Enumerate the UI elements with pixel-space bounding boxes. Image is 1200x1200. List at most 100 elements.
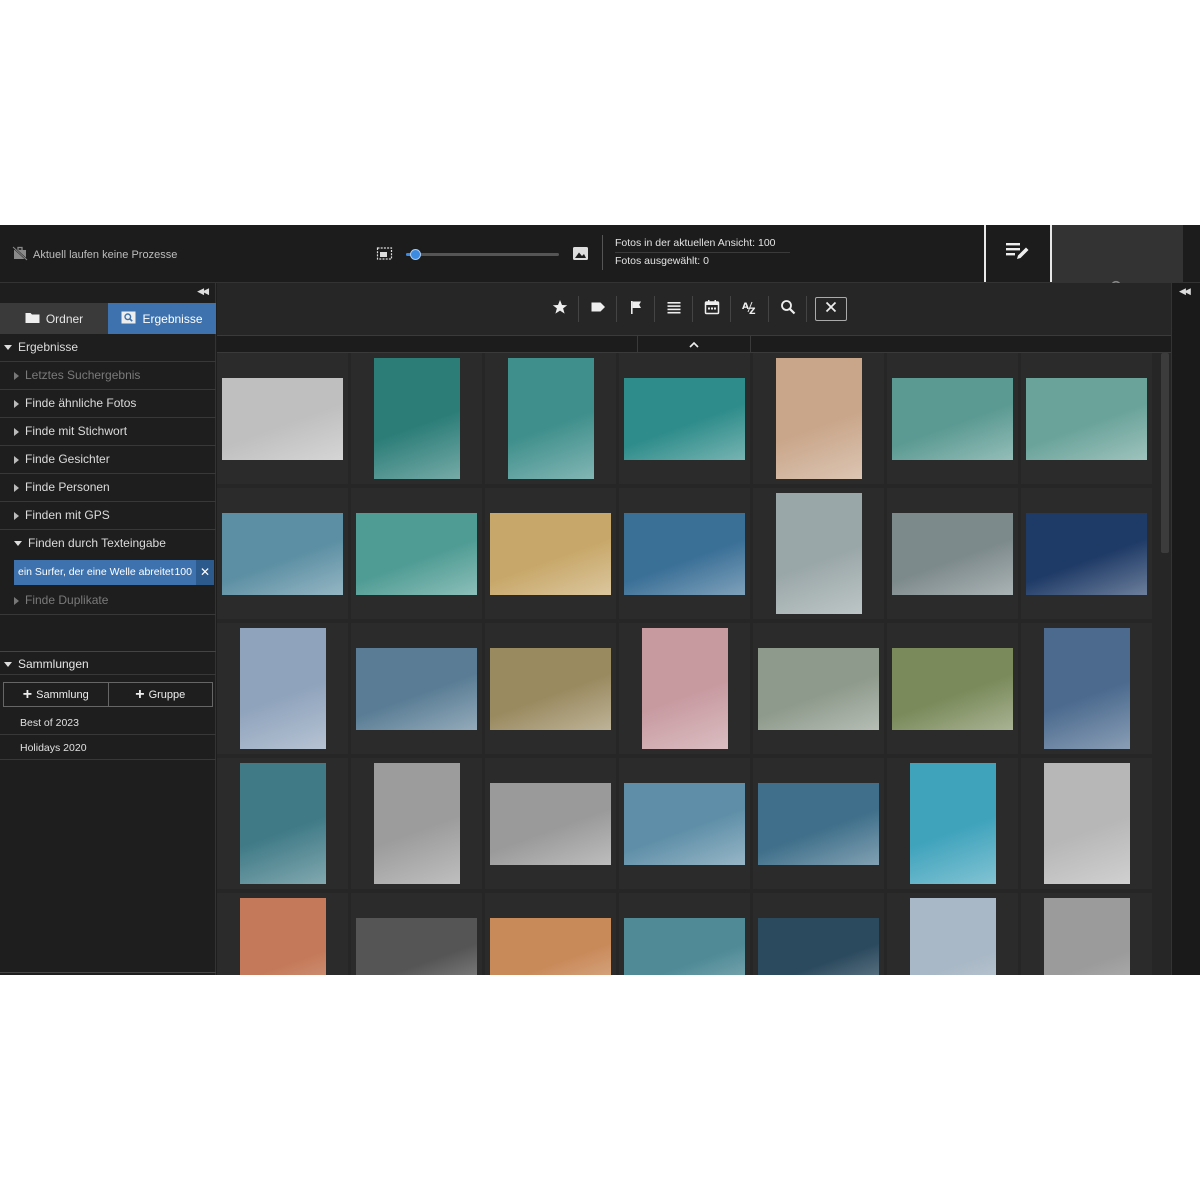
photo-thumbnail xyxy=(775,493,862,614)
large-image-icon[interactable] xyxy=(572,245,589,262)
right-tool-panel xyxy=(984,225,1200,356)
photo-thumbnail-cell[interactable] xyxy=(217,623,348,754)
sort-button[interactable]: AZ xyxy=(731,296,769,322)
process-status-text: Aktuell laufen keine Prozesse xyxy=(33,248,178,261)
thumbnail-size-control xyxy=(376,244,591,264)
thumbnail-size-slider[interactable] xyxy=(406,249,559,260)
photo-thumbnail-cell[interactable] xyxy=(753,623,884,754)
photo-thumbnail-cell[interactable] xyxy=(351,893,482,975)
photo-thumbnail-cell[interactable] xyxy=(753,893,884,975)
photo-thumbnail-cell[interactable] xyxy=(753,488,884,619)
sidebar-item-similar-photos[interactable]: Finde ähnliche Fotos xyxy=(0,390,216,418)
photo-thumbnail-cell[interactable] xyxy=(351,353,482,484)
slider-handle[interactable] xyxy=(410,249,422,260)
photo-thumbnail-cell[interactable] xyxy=(619,758,750,889)
filter-search-button[interactable] xyxy=(769,296,807,322)
sidebar-item-persons[interactable]: Finde Personen xyxy=(0,474,216,502)
photo-thumbnail-cell[interactable] xyxy=(887,488,1018,619)
tool-grid xyxy=(1052,225,1200,356)
sort-az-icon: AZ xyxy=(742,299,758,320)
photo-thumbnail-cell[interactable] xyxy=(619,893,750,975)
photo-thumbnail xyxy=(239,898,326,975)
photo-thumbnail-cell[interactable] xyxy=(217,758,348,889)
filter-date-button[interactable] xyxy=(693,296,731,322)
text-search-query[interactable]: ein Surfer, der eine Welle abreitet 100 … xyxy=(14,560,214,585)
vertical-scrollbar[interactable] xyxy=(1161,353,1169,553)
photo-thumbnail-cell[interactable] xyxy=(619,488,750,619)
photo-thumbnail-cell[interactable] xyxy=(619,353,750,484)
add-group-label: Gruppe xyxy=(148,688,186,701)
filter-flag-button[interactable] xyxy=(617,296,655,322)
tab-folders[interactable]: Ordner xyxy=(0,303,108,334)
expand-right-panel-icon[interactable]: ◀◀ xyxy=(1179,286,1191,297)
photo-thumbnail-cell[interactable] xyxy=(485,623,616,754)
add-collection-button[interactable]: + Sammlung xyxy=(4,683,108,706)
photo-thumbnail xyxy=(490,782,611,865)
photo-thumbnail-cell[interactable] xyxy=(1021,353,1152,484)
tab-results[interactable]: Ergebnisse xyxy=(108,303,216,334)
top-toolbar: Aktuell laufen keine Prozesse Fotos in d… xyxy=(0,225,1200,356)
photo-thumbnail-cell[interactable] xyxy=(887,623,1018,754)
photo-thumbnail xyxy=(758,647,879,730)
sidebar-item-keyword[interactable]: Finde mit Stichwort xyxy=(0,418,216,446)
photo-thumbnail-cell[interactable] xyxy=(887,353,1018,484)
photo-thumbnail-cell[interactable] xyxy=(217,353,348,484)
tab-folders-label: Ordner xyxy=(45,311,84,326)
sidebar-item-faces[interactable]: Finde Gesichter xyxy=(0,446,216,474)
photo-thumbnail xyxy=(892,647,1013,730)
photo-thumbnail-cell[interactable] xyxy=(351,623,482,754)
photo-thumbnail-cell[interactable] xyxy=(887,758,1018,889)
photo-thumbnail xyxy=(373,358,460,479)
tab-results-label: Ergebnisse xyxy=(142,311,203,326)
caret-right-icon xyxy=(14,455,19,464)
collections-section-header[interactable]: Sammlungen xyxy=(0,651,216,675)
photo-thumbnail-cell[interactable] xyxy=(217,893,348,975)
collection-item[interactable]: Holidays 2020 xyxy=(0,736,216,760)
photo-thumbnail-cell[interactable] xyxy=(619,623,750,754)
results-tree: Ergebnisse Letztes Suchergebnis Finde äh… xyxy=(0,334,216,615)
remove-search-icon[interactable]: ✕ xyxy=(196,560,214,585)
photo-thumbnail xyxy=(775,358,862,479)
photo-thumbnail-cell[interactable] xyxy=(217,488,348,619)
filter-label-button[interactable] xyxy=(579,296,617,322)
process-status: Aktuell laufen keine Prozesse xyxy=(12,245,177,264)
collapse-toolbar-button[interactable] xyxy=(637,336,751,352)
filter-list-button[interactable] xyxy=(655,296,693,322)
photo-thumbnail-cell[interactable] xyxy=(485,758,616,889)
photo-thumbnail xyxy=(356,917,477,975)
photo-thumbnail-cell[interactable] xyxy=(485,893,616,975)
sidebar-item-last-search[interactable]: Letztes Suchergebnis xyxy=(0,362,216,390)
sidebar-item-label: Finden mit GPS xyxy=(25,508,110,522)
sidebar-item-label: Finde Gesichter xyxy=(25,452,110,466)
photo-thumbnail xyxy=(758,917,879,975)
edit-metadata-button[interactable] xyxy=(986,225,1052,282)
sort-header-bar xyxy=(217,335,1171,353)
sidebar-item-text-search[interactable]: Finden durch Texteingabe xyxy=(0,530,216,557)
photo-thumbnail-cell[interactable] xyxy=(485,353,616,484)
collection-actions: + Sammlung + Gruppe xyxy=(3,682,213,707)
photo-thumbnail-cell[interactable] xyxy=(1021,623,1152,754)
clear-filters-button[interactable] xyxy=(815,297,847,321)
photo-thumbnail-cell[interactable] xyxy=(1021,488,1152,619)
tag-icon xyxy=(590,299,606,320)
collection-item[interactable]: Best of 2023 xyxy=(0,711,216,735)
photo-thumbnail-cell[interactable] xyxy=(351,758,482,889)
photo-thumbnail-cell[interactable] xyxy=(887,893,1018,975)
photo-thumbnail-cell[interactable] xyxy=(351,488,482,619)
photo-thumbnail xyxy=(356,647,477,730)
photo-thumbnail-cell[interactable] xyxy=(485,488,616,619)
sidebar-item-gps[interactable]: Finden mit GPS xyxy=(0,502,216,530)
photo-thumbnail-cell[interactable] xyxy=(1021,893,1152,975)
small-image-icon[interactable] xyxy=(376,245,393,262)
svg-text:A: A xyxy=(742,302,749,312)
collapse-sidebar-icon[interactable]: ◀◀ xyxy=(197,286,209,297)
sidebar-item-duplicates[interactable]: Finde Duplikate xyxy=(0,587,216,615)
photos-selected-count: Fotos ausgewählt: 0 xyxy=(615,255,709,267)
photo-thumbnail-cell[interactable] xyxy=(753,758,884,889)
plus-icon: + xyxy=(135,685,145,703)
photo-thumbnail-cell[interactable] xyxy=(1021,758,1152,889)
photo-thumbnail-cell[interactable] xyxy=(753,353,884,484)
results-section-header[interactable]: Ergebnisse xyxy=(0,334,216,362)
filter-rating-button[interactable] xyxy=(541,296,579,322)
add-group-button[interactable]: + Gruppe xyxy=(107,683,213,706)
